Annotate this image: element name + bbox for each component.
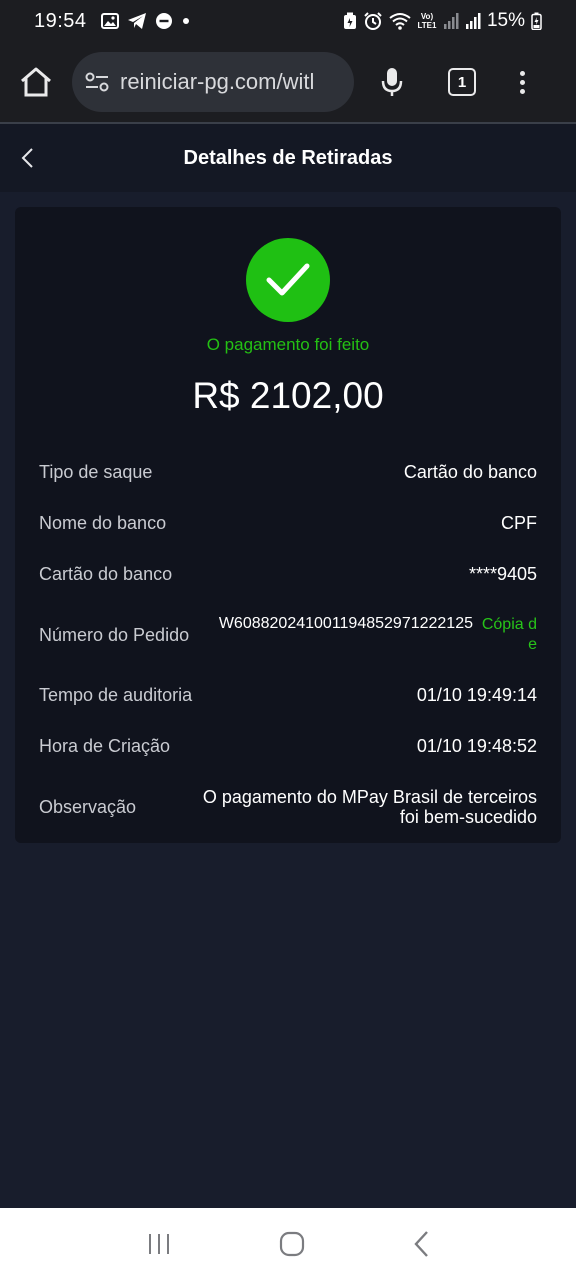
withdrawal-amount: R$ 2102,00 — [192, 375, 384, 416]
url-text[interactable]: reiniciar-pg.com/witl — [120, 69, 342, 95]
row-audit-time: Tempo de auditoria 01/10 19:49:14 — [39, 685, 537, 707]
status-time: 19:54 — [34, 9, 87, 32]
page-title: Detalhes de Retiradas — [183, 146, 393, 169]
bank-card-value: ****9405 — [468, 564, 537, 584]
battery-percent: 15% — [486, 10, 525, 31]
signal-icon-2 — [465, 12, 481, 30]
telegram-icon — [127, 12, 147, 30]
bank-card-label: Cartão do banco — [39, 564, 173, 584]
browser-toolbar: reiniciar-pg.com/witl 1 — [0, 42, 576, 124]
audit-time-value: 01/10 19:49:14 — [416, 685, 537, 705]
success-check-icon — [246, 238, 330, 322]
wifi-icon — [389, 12, 411, 30]
withdrawal-type-label: Tipo de saque — [39, 462, 153, 482]
payment-status-text: O pagamento foi feito — [206, 335, 370, 354]
row-withdrawal-type: Tipo de saque Cartão do banco — [39, 462, 537, 484]
row-creation-time: Hora de Criação 01/10 19:48:52 — [39, 736, 537, 758]
site-settings-icon[interactable] — [84, 71, 110, 93]
order-number-value: W6088202410011948529712221​25 — [218, 615, 473, 632]
gallery-icon — [100, 13, 119, 29]
withdrawal-details-card: O pagamento foi feito R$ 2102,00 Tipo de… — [15, 207, 561, 843]
do-not-disturb-icon — [155, 12, 173, 30]
row-order-number: Número do Pedido W6088202410011948529712… — [39, 615, 537, 657]
battery-saver-icon — [343, 12, 357, 30]
audit-time-label: Tempo de auditoria — [39, 685, 193, 705]
back-button-icon[interactable] — [412, 1230, 430, 1258]
back-arrow-icon[interactable] — [14, 144, 40, 172]
row-bank-name: Nome do banco CPF — [39, 513, 537, 535]
copy-order-button[interactable]: Cópia de — [477, 615, 537, 655]
alarm-icon — [363, 11, 383, 31]
row-bank-card: Cartão do banco ****9405 — [39, 564, 537, 586]
row-observation: Observação O pagamento do MPay Brasil de… — [39, 787, 537, 829]
battery-charging-icon — [531, 12, 542, 30]
recent-apps-icon[interactable] — [146, 1232, 172, 1256]
creation-time-value: 01/10 19:48:52 — [416, 736, 537, 756]
home-icon[interactable] — [18, 65, 54, 99]
tab-count: 1 — [457, 73, 467, 91]
address-bar[interactable]: reiniciar-pg.com/witl — [72, 52, 354, 112]
withdrawal-type-value: Cartão do banco — [403, 462, 537, 482]
creation-time-label: Hora de Criação — [39, 736, 171, 756]
notification-dot-icon — [181, 16, 191, 26]
tab-switcher-button[interactable]: 1 — [448, 68, 476, 96]
browser-menu-icon[interactable] — [520, 70, 525, 94]
volte-label: Vo) LTE1 — [417, 12, 437, 30]
microphone-icon[interactable] — [380, 66, 404, 98]
observation-value: O pagamento do MPay Brasil de terceiros … — [203, 787, 537, 827]
observation-line-2: foi bem-sucedido — [399, 807, 537, 827]
bank-name-label: Nome do banco — [39, 513, 167, 533]
system-navigation-bar — [0, 1208, 576, 1280]
order-number-label: Número do Pedido — [39, 625, 190, 645]
observation-label: Observação — [39, 797, 137, 817]
status-bar: 19:54 Vo) LTE1 15% — [0, 0, 576, 42]
home-button-icon[interactable] — [279, 1231, 305, 1257]
observation-line-1: O pagamento do MPay Brasil de terceiros — [202, 787, 537, 807]
signal-icon-1 — [443, 12, 459, 30]
page-header: Detalhes de Retiradas — [0, 124, 576, 192]
bank-name-value: CPF — [501, 513, 537, 533]
